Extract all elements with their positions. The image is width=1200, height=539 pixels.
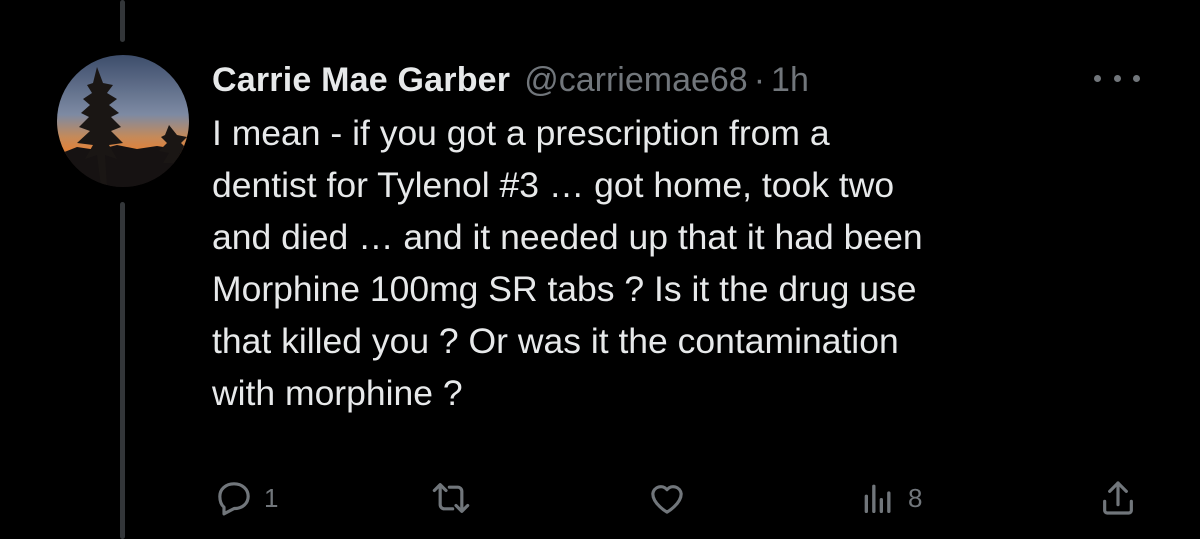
- more-dot: [1113, 74, 1121, 82]
- views-icon: [864, 484, 891, 513]
- user-handle[interactable]: @carriemae68: [524, 61, 748, 100]
- share-icon: [1103, 481, 1133, 515]
- reply-icon: [218, 482, 250, 516]
- views-button[interactable]: 8: [858, 478, 922, 518]
- tweet-text: I mean - if you got a prescription from …: [212, 113, 923, 413]
- reply-count: 1: [264, 482, 279, 513]
- more-dot: [1133, 74, 1140, 82]
- timestamp[interactable]: 1h: [771, 61, 809, 100]
- retweet-icon: [432, 483, 470, 513]
- more-options-icon[interactable]: [1094, 66, 1140, 90]
- like-button[interactable]: [647, 478, 687, 518]
- like-icon: [651, 485, 683, 514]
- avatar[interactable]: [57, 55, 189, 187]
- retweet-button[interactable]: [430, 478, 472, 518]
- more-dot: [1094, 74, 1101, 82]
- tweet-header: Carrie Mae Garber @carriemae68 · 1h: [212, 58, 809, 102]
- views-count: 8: [908, 482, 923, 513]
- action-bar: 1 8: [0, 470, 1200, 530]
- thread-line-top: [120, 0, 125, 42]
- share-button[interactable]: [1098, 478, 1138, 518]
- display-name[interactable]: Carrie Mae Garber: [212, 61, 510, 100]
- reply-button[interactable]: 1: [214, 478, 278, 518]
- separator-dot: ·: [753, 60, 766, 99]
